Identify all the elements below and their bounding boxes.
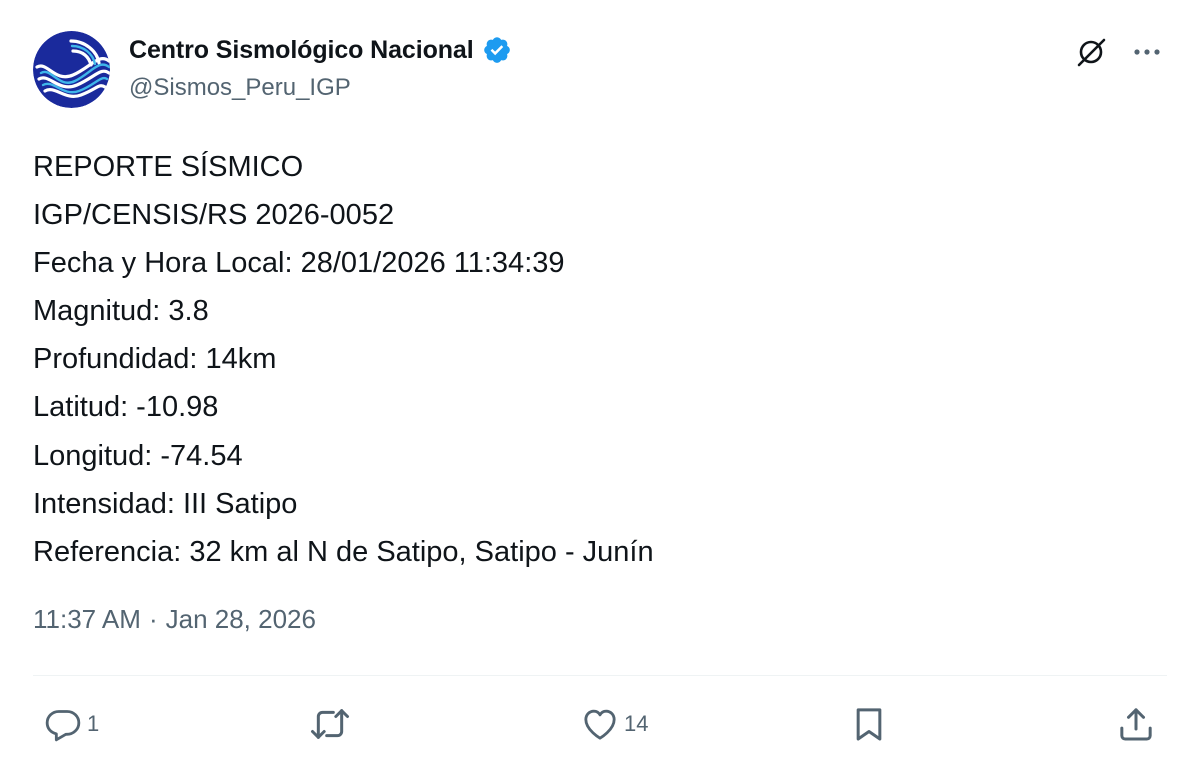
reply-icon	[45, 710, 81, 742]
report-reference: Referencia: 32 km al N de Satipo, Satipo…	[33, 535, 654, 568]
divider	[33, 675, 1167, 676]
meta-separator: ·	[148, 604, 158, 634]
bookmark-button[interactable]	[849, 700, 889, 748]
bookmark-icon	[856, 708, 882, 741]
avatar-logo-icon	[33, 31, 110, 108]
like-count: 14	[624, 711, 649, 736]
reply-count: 1	[87, 711, 100, 736]
report-magnitude: Magnitud: 3.8	[33, 295, 209, 328]
report-datetime: Fecha y Hora Local: 28/01/2026 11:34:39	[33, 247, 565, 280]
report-intensity: Intensidad: III Satipo	[33, 487, 298, 520]
grok-icon[interactable]	[1074, 35, 1108, 69]
report-latitude: Latitud: -10.98	[33, 391, 219, 424]
account-handle[interactable]: @Sismos_Peru_IGP	[129, 74, 351, 102]
avatar[interactable]	[33, 31, 110, 108]
tweet: Centro Sismológico Nacional @Sismos_Peru…	[0, 0, 1200, 759]
tweet-date[interactable]: Jan 28, 2026	[166, 604, 316, 635]
report-title: REPORTE SÍSMICO	[33, 151, 304, 183]
top-actions	[1074, 35, 1164, 69]
tweet-text: REPORTE SÍSMICO IGP/CENSIS/RS 2026-0052 …	[33, 143, 654, 576]
like-icon	[584, 709, 616, 740]
report-depth: Profundidad: 14km	[33, 343, 277, 376]
display-name-row: Centro Sismológico Nacional	[129, 33, 512, 67]
like-button[interactable]: 14	[580, 700, 648, 748]
repost-button[interactable]	[308, 700, 356, 748]
share-button[interactable]	[1116, 700, 1156, 748]
repost-icon	[311, 709, 349, 739]
report-id: IGP/CENSIS/RS 2026-0052	[33, 199, 395, 232]
reply-button[interactable]: 1	[43, 700, 99, 748]
tweet-timestamp: 11:37 AM · Jan 28, 2026	[33, 604, 316, 635]
share-icon	[1120, 708, 1152, 741]
verified-badge-icon[interactable]	[482, 35, 512, 65]
display-name[interactable]: Centro Sismológico Nacional	[129, 36, 474, 65]
tweet-time[interactable]: 11:37 AM	[33, 604, 141, 635]
more-icon[interactable]	[1130, 35, 1164, 69]
report-longitude: Longitud: -74.54	[33, 439, 243, 472]
